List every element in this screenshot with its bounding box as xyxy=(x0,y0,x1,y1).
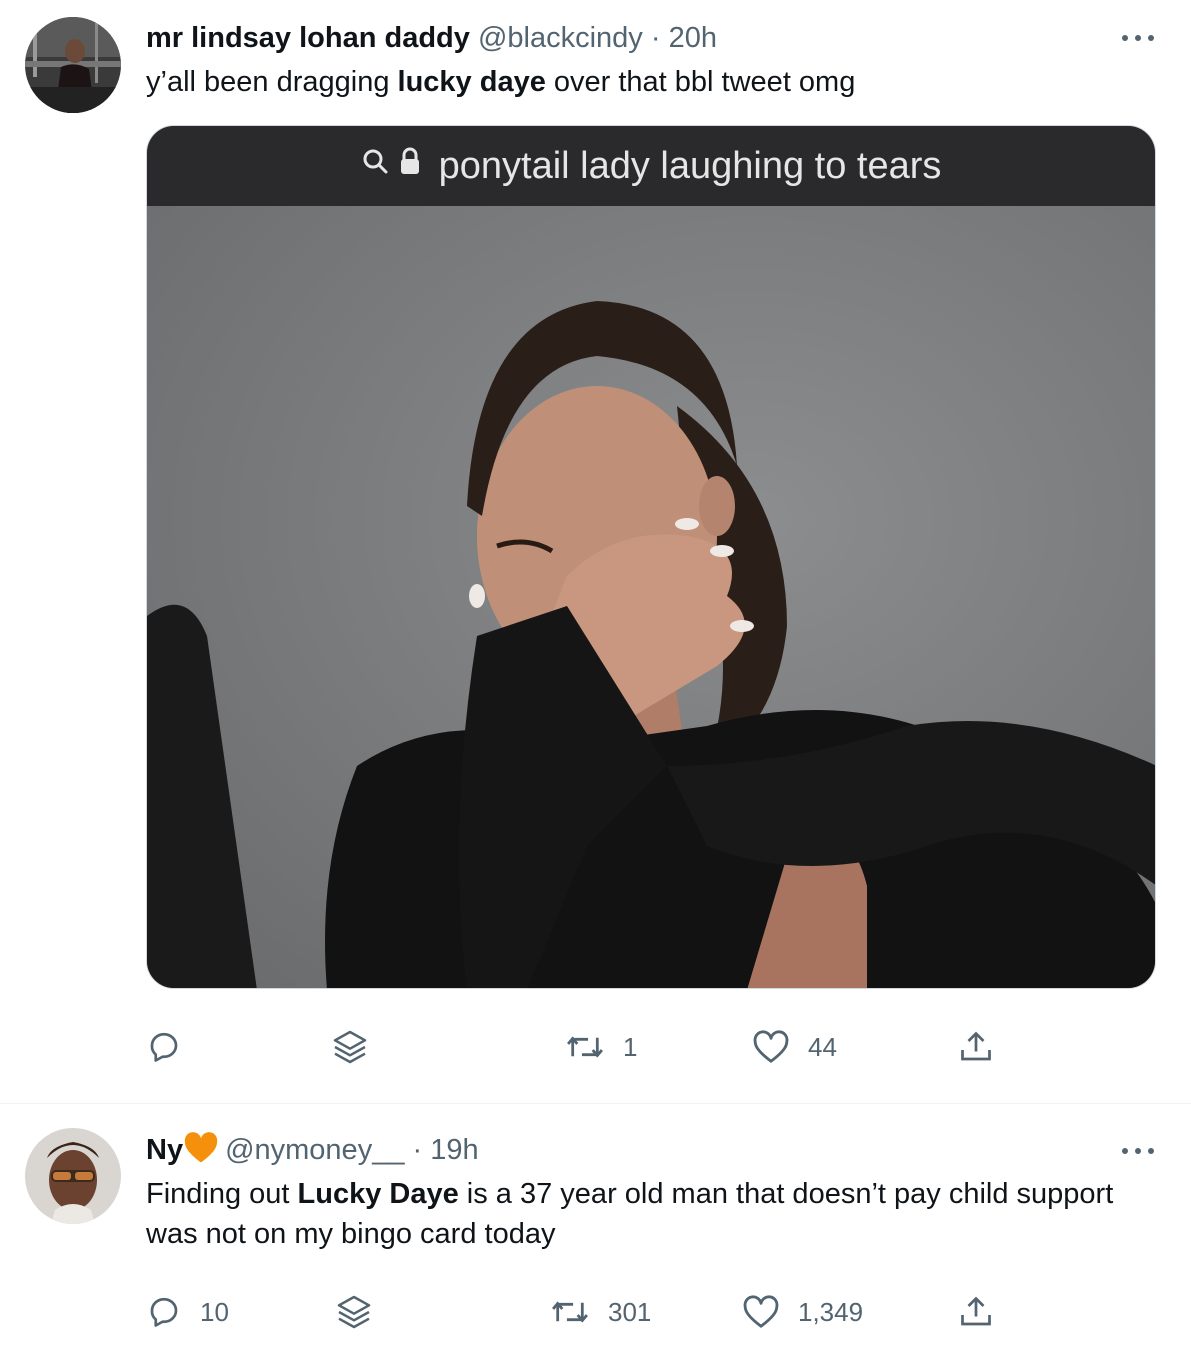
tweet-text: Finding out Lucky Daye is a 37 year old … xyxy=(146,1174,1113,1254)
retweet-count: 301 xyxy=(608,1296,652,1327)
handle[interactable]: @nymoney__ xyxy=(225,1134,404,1166)
share-icon xyxy=(961,1296,991,1326)
orange-heart-icon xyxy=(184,1132,218,1163)
reply-button[interactable]: 10 xyxy=(146,1287,229,1337)
reply-button[interactable] xyxy=(146,1022,200,1072)
search-icon xyxy=(363,147,419,174)
tweet-text-part: Finding out xyxy=(146,1178,298,1210)
avatar[interactable] xyxy=(25,1128,121,1224)
heart-icon xyxy=(743,1295,779,1328)
tweet-text-line: Finding out Lucky Daye is a 37 year old … xyxy=(146,1174,1113,1214)
layers-icon xyxy=(337,1295,371,1329)
separator: · xyxy=(412,1134,423,1166)
tweet-media-image[interactable]: ponytail lady laughing to tears xyxy=(146,125,1156,989)
retweet-button[interactable]: 1 xyxy=(565,1022,637,1072)
timestamp[interactable]: 20h xyxy=(669,22,717,54)
like-count: 44 xyxy=(808,1031,837,1062)
reply-icon xyxy=(150,1032,178,1062)
stack-button[interactable] xyxy=(330,1022,370,1072)
tweet-text: y’all been dragging lucky daye over that… xyxy=(146,62,855,102)
tweet-text-part: y’all been dragging xyxy=(146,66,398,98)
reply-icon xyxy=(150,1297,178,1327)
tweet[interactable]: mr lindsay lohan daddy @blackcindy · 20h… xyxy=(0,0,1191,1103)
tweet-text-part: is a 37 year old man that doesn’t pay ch… xyxy=(458,1178,1114,1210)
more-options-icon[interactable] xyxy=(1118,28,1158,48)
reply-count: 10 xyxy=(200,1296,229,1327)
share-icon xyxy=(961,1031,991,1061)
avatar[interactable] xyxy=(25,17,121,113)
like-button[interactable]: 44 xyxy=(752,1022,837,1072)
share-button[interactable] xyxy=(958,1022,994,1072)
display-name[interactable]: mr lindsay lohan daddy xyxy=(146,22,470,54)
more-options-icon[interactable] xyxy=(1118,1141,1158,1161)
search-query-text: ponytail lady laughing to tears xyxy=(438,145,942,187)
stack-button[interactable] xyxy=(334,1287,374,1337)
retweet-icon xyxy=(567,1036,603,1058)
retweet-count: 1 xyxy=(623,1031,638,1062)
tweet[interactable]: Ny @nymoney__ · 19h Finding out Lucky Da… xyxy=(0,1104,1191,1360)
tweet-text-bold[interactable]: Lucky Daye xyxy=(298,1178,459,1210)
tweet-header: Ny @nymoney__ · 19h xyxy=(146,1132,479,1168)
like-button[interactable]: 1,349 xyxy=(742,1287,863,1337)
tweet-text-bold[interactable]: lucky daye xyxy=(398,66,546,98)
tweet-header: mr lindsay lohan daddy @blackcindy · 20h xyxy=(146,20,717,56)
layers-icon xyxy=(333,1030,367,1064)
lock-icon xyxy=(400,147,419,174)
search-bar-overlay: ponytail lady laughing to tears xyxy=(147,126,1155,206)
photo-woman-covering-face xyxy=(147,206,1155,988)
display-name[interactable]: Ny xyxy=(146,1134,183,1166)
tweet-text-line: was not on my bingo card today xyxy=(146,1218,556,1250)
retweet-button[interactable]: 301 xyxy=(550,1287,651,1337)
handle[interactable]: @blackcindy xyxy=(478,22,643,54)
like-count: 1,349 xyxy=(798,1296,864,1327)
retweet-icon xyxy=(552,1301,588,1323)
share-button[interactable] xyxy=(958,1287,994,1337)
tweet-actions: 10 301 1,349 xyxy=(0,1287,1191,1337)
heart-icon xyxy=(753,1030,789,1063)
tweet-actions: 1 44 xyxy=(0,1022,1191,1072)
timestamp[interactable]: 19h xyxy=(430,1134,478,1166)
separator: · xyxy=(650,22,661,54)
tweet-text-part: over that bbl tweet omg xyxy=(545,66,856,98)
